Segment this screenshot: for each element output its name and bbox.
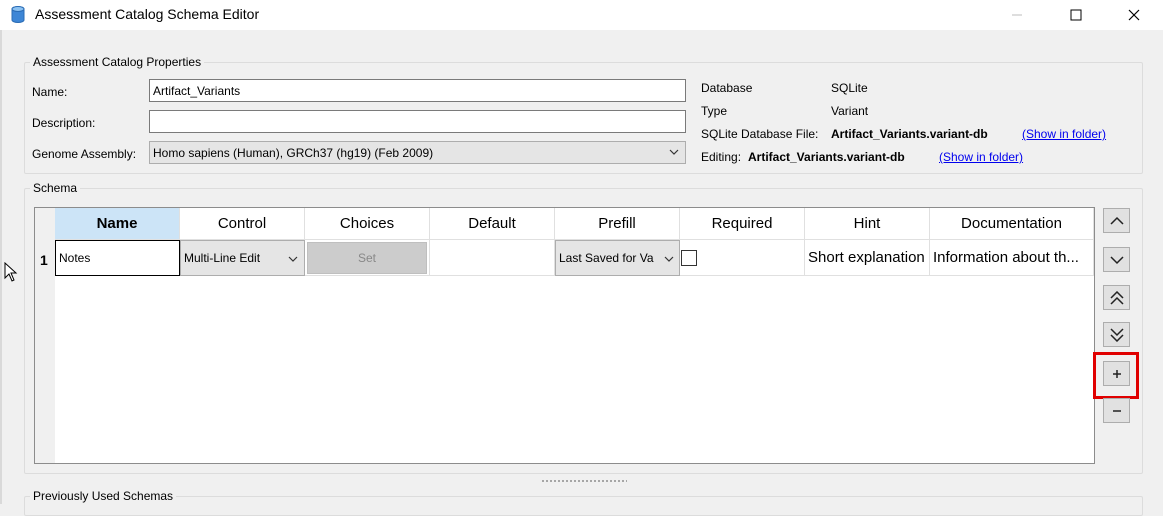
choices-set-button[interactable]: Set	[307, 241, 427, 274]
chevron-down-icon	[288, 256, 298, 262]
move-up-button[interactable]	[1103, 208, 1130, 233]
genome-assembly-value: Homo sapiens (Human), GRCh37 (hg19) (Feb…	[153, 146, 434, 160]
previous-schemas-group	[24, 496, 1143, 516]
genome-assembly-select[interactable]: Homo sapiens (Human), GRCh37 (hg19) (Feb…	[149, 141, 686, 164]
remove-icon	[1112, 409, 1121, 412]
minimize-button[interactable]	[994, 0, 1040, 30]
database-label: Database	[701, 81, 753, 95]
previous-schemas-title: Previously Used Schemas	[30, 489, 177, 503]
row-number[interactable]: 1	[40, 252, 48, 268]
cell-hint[interactable]: Short explanation	[805, 240, 930, 276]
move-to-top-button[interactable]	[1103, 285, 1130, 310]
cell-control-value: Multi-Line Edit	[184, 251, 261, 265]
editing-label: Editing:	[701, 150, 742, 164]
sqlite-file-label: SQLite Database File:	[701, 127, 819, 141]
cell-documentation[interactable]: Information about th...	[930, 240, 1094, 276]
sqlite-file-value: Artifact_Variants.variant-db	[831, 127, 988, 141]
column-header-name[interactable]: Name	[55, 208, 180, 240]
splitter-handle[interactable]	[541, 479, 627, 483]
highlight-box	[1093, 352, 1139, 399]
chevron-down-icon	[664, 256, 674, 262]
cell-prefill-value: Last Saved for Va	[559, 251, 654, 265]
cell-name-value: Notes	[59, 251, 91, 265]
window-border	[0, 30, 2, 504]
cell-default[interactable]	[430, 240, 555, 276]
editing-value: Artifact_Variants.variant-db	[748, 150, 905, 164]
move-top-icon	[1109, 290, 1124, 305]
cell-control-select[interactable]: Multi-Line Edit	[180, 240, 305, 276]
type-label: Type	[701, 104, 728, 118]
remove-row-button[interactable]	[1103, 398, 1130, 423]
window-title: Assessment Catalog Schema Editor	[35, 6, 260, 22]
close-button[interactable]	[1111, 0, 1157, 30]
cell-required	[680, 240, 805, 276]
genome-assembly-label: Genome Assembly:	[32, 147, 137, 161]
column-header-hint[interactable]: Hint	[805, 208, 930, 240]
description-label: Description:	[32, 116, 96, 130]
move-to-bottom-button[interactable]	[1103, 322, 1130, 347]
required-checkbox[interactable]	[681, 249, 697, 266]
maximize-icon	[1070, 9, 1082, 21]
row-header-column	[35, 208, 55, 463]
move-bottom-icon	[1109, 327, 1124, 342]
column-header-documentation[interactable]: Documentation	[930, 208, 1094, 240]
description-input[interactable]	[149, 110, 686, 133]
column-header-choices[interactable]: Choices	[305, 208, 430, 240]
minimize-icon	[1012, 14, 1022, 16]
move-down-button[interactable]	[1103, 247, 1130, 272]
column-header-prefill[interactable]: Prefill	[555, 208, 680, 240]
cell-choices: Set	[305, 240, 430, 276]
schema-group-title: Schema	[30, 181, 81, 195]
mouse-cursor-icon	[4, 262, 18, 282]
cell-name[interactable]: Notes	[55, 240, 180, 276]
chevron-down-icon	[669, 149, 679, 155]
editing-show-in-folder-link[interactable]: (Show in folder)	[939, 150, 1023, 164]
name-label: Name:	[32, 85, 68, 99]
name-input[interactable]: Artifact_Variants	[149, 79, 686, 102]
properties-group-title: Assessment Catalog Properties	[30, 55, 205, 69]
cell-prefill-select[interactable]: Last Saved for Va	[555, 240, 680, 276]
move-up-icon	[1109, 216, 1124, 225]
type-value: Variant	[831, 104, 869, 118]
column-header-control[interactable]: Control	[180, 208, 305, 240]
sqlite-show-in-folder-link[interactable]: (Show in folder)	[1022, 127, 1106, 141]
close-icon	[1128, 9, 1140, 21]
column-header-default[interactable]: Default	[430, 208, 555, 240]
schema-table: 1 Name Control Choices Default Prefill R…	[34, 207, 1095, 464]
choices-set-label: Set	[357, 250, 376, 265]
column-header-required[interactable]: Required	[680, 208, 805, 240]
title-bar: Assessment Catalog Schema Editor	[0, 0, 1163, 30]
database-icon	[11, 6, 25, 23]
maximize-button[interactable]	[1053, 0, 1099, 30]
move-down-icon	[1109, 255, 1124, 264]
database-value: SQLite	[831, 81, 868, 95]
